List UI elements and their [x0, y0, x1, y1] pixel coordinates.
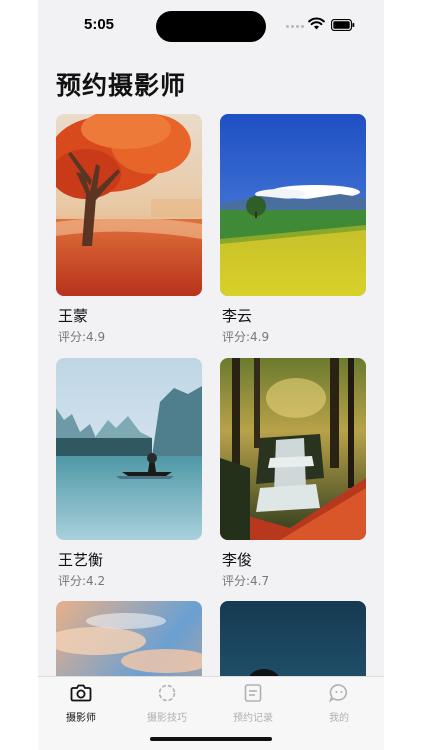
- tab-photo-tips[interactable]: 摄影技巧: [124, 683, 210, 729]
- photographer-rating: 评分:4.9: [58, 330, 106, 344]
- photographer-photo[interactable]: [56, 114, 202, 296]
- photographer-card[interactable]: 李云 评分:4.9: [220, 114, 366, 344]
- chat-bubble-icon: [329, 684, 348, 703]
- status-bar: 5:05: [38, 0, 384, 50]
- aperture-icon: [158, 684, 176, 702]
- tab-label: 我的: [329, 713, 349, 724]
- tab-mine[interactable]: 我的: [296, 683, 382, 729]
- dynamic-island: [156, 11, 266, 42]
- tab-label: 预约记录: [233, 713, 273, 724]
- tab-photographers[interactable]: 摄影师: [38, 683, 124, 729]
- list-icon: [244, 684, 262, 702]
- battery-icon: [331, 19, 355, 31]
- photographer-name: 李俊: [222, 551, 253, 569]
- home-indicator: [150, 737, 272, 741]
- photographer-name: 李云: [222, 307, 253, 325]
- photographer-photo[interactable]: [220, 114, 366, 296]
- photographer-name: 王艺衡: [58, 551, 104, 569]
- photographer-name: 王蒙: [58, 307, 89, 325]
- wifi-icon: [308, 17, 325, 30]
- signal-icon: [286, 25, 304, 29]
- app-screen: 5:05 预约摄影师 王蒙 评分:4.9 李云 评分:4.9 王艺衡 评分:4.…: [38, 0, 384, 750]
- photographer-card[interactable]: 王蒙 评分:4.9: [56, 114, 202, 344]
- camera-icon: [70, 684, 92, 702]
- photographer-card[interactable]: 王艺衡 评分:4.2: [56, 358, 202, 588]
- status-time: 5:05: [84, 16, 115, 33]
- photographer-card[interactable]: 李俊 评分:4.7: [220, 358, 366, 588]
- tab-label: 摄影师: [66, 713, 96, 724]
- photographer-rating: 评分:4.2: [58, 574, 106, 588]
- photographer-rating: 评分:4.7: [222, 574, 270, 588]
- photographer-photo[interactable]: [56, 358, 202, 540]
- tab-label: 摄影技巧: [147, 713, 187, 724]
- tab-booking-records[interactable]: 预约记录: [210, 683, 296, 729]
- photographer-photo[interactable]: [220, 358, 366, 540]
- photographer-rating: 评分:4.9: [222, 330, 270, 344]
- page-title: 预约摄影师: [56, 71, 187, 100]
